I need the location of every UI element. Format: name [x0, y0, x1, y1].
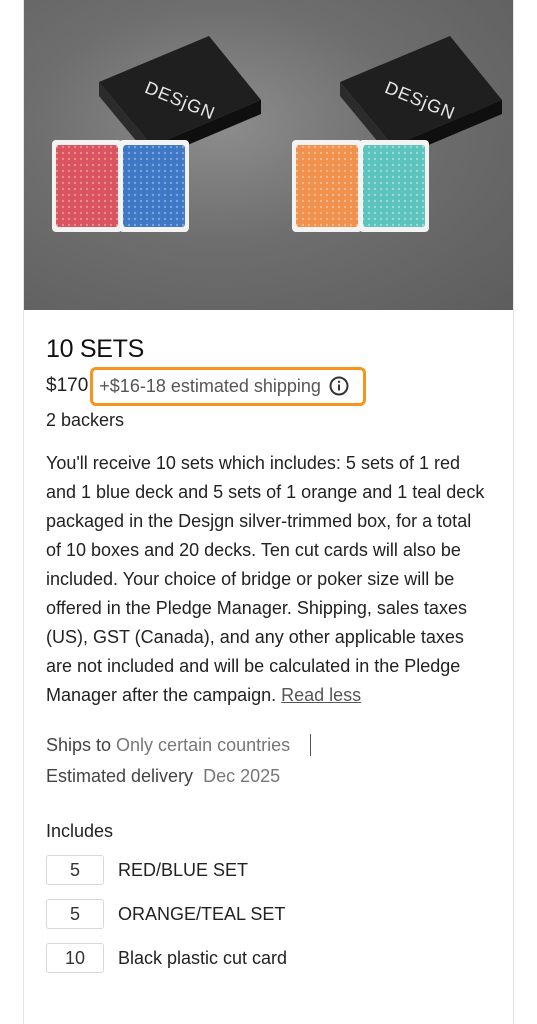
item-label: Black plastic cut card — [118, 947, 288, 968]
read-less-link[interactable]: Read less — [281, 685, 361, 705]
delivery-value: Dec 2025 — [203, 766, 281, 786]
list-item: 5 ORANGE/TEAL SET — [46, 892, 491, 936]
reward-description: You'll receive 10 sets which includes: 5… — [46, 449, 491, 710]
backers-count: 2 backers — [46, 410, 125, 430]
price-row: $170 +$16-18 estimated shipping — [46, 366, 491, 406]
item-label: RED/BLUE SET — [118, 859, 249, 880]
includes-heading: Includes — [46, 821, 114, 841]
description-text: You'll receive 10 sets which includes: 5… — [46, 453, 485, 705]
item-label: ORANGE/TEAL SET — [118, 903, 286, 924]
product-box-right: DESjGN — [292, 36, 502, 232]
reward-details: 10 SETS $170 +$16-18 estimated shipping … — [24, 334, 513, 980]
list-item: 5 RED/BLUE SET — [46, 848, 491, 892]
delivery-label: Estimated delivery — [46, 766, 194, 786]
includes-list: 5 RED/BLUE SET 5 ORANGE/TEAL SET 10 Blac… — [46, 848, 491, 980]
item-quantity: 10 — [46, 943, 104, 973]
list-item: 10 Black plastic cut card — [46, 936, 491, 980]
delivery-row: Estimated delivery Dec 2025 — [46, 766, 491, 787]
ships-to-label: Ships to — [46, 734, 112, 755]
reward-card: DESjGN DESjGN 10 SETS $170 +$16-18 estim… — [23, 0, 514, 1024]
shipping-estimate: +$16-18 estimated shipping — [90, 366, 366, 406]
shipping-estimate-text: +$16-18 estimated shipping — [99, 375, 321, 396]
divider — [310, 734, 312, 756]
page: DESjGN DESjGN 10 SETS $170 +$16-18 estim… — [0, 0, 537, 1024]
product-box-left: DESjGN — [52, 36, 261, 232]
reward-price: $170 — [46, 375, 89, 396]
info-icon[interactable] — [329, 376, 349, 396]
reward-image: DESjGN DESjGN — [24, 0, 513, 310]
item-quantity: 5 — [46, 899, 104, 929]
reward-title: 10 SETS — [46, 335, 144, 363]
ships-to-value: Only certain countries — [116, 734, 291, 755]
ships-to-row: Ships to Only certain countries — [46, 734, 491, 756]
item-quantity: 5 — [46, 855, 104, 885]
